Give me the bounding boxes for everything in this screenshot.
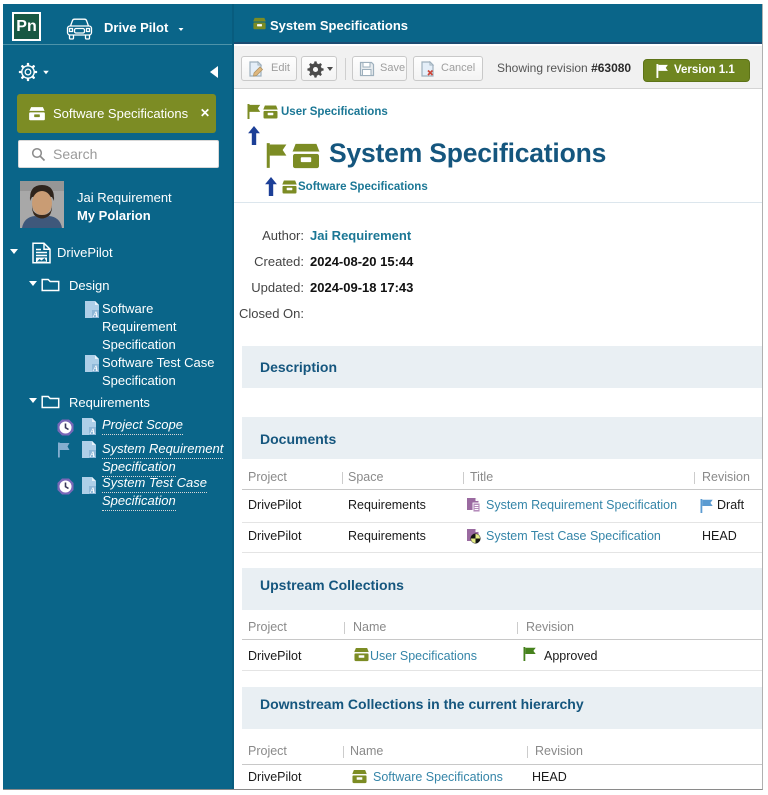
svg-text:A: A: [92, 364, 99, 372]
svg-text:A: A: [89, 427, 96, 435]
svg-text:A: A: [89, 486, 96, 494]
svg-text:A: A: [92, 310, 99, 318]
svg-text:A: A: [89, 450, 96, 458]
